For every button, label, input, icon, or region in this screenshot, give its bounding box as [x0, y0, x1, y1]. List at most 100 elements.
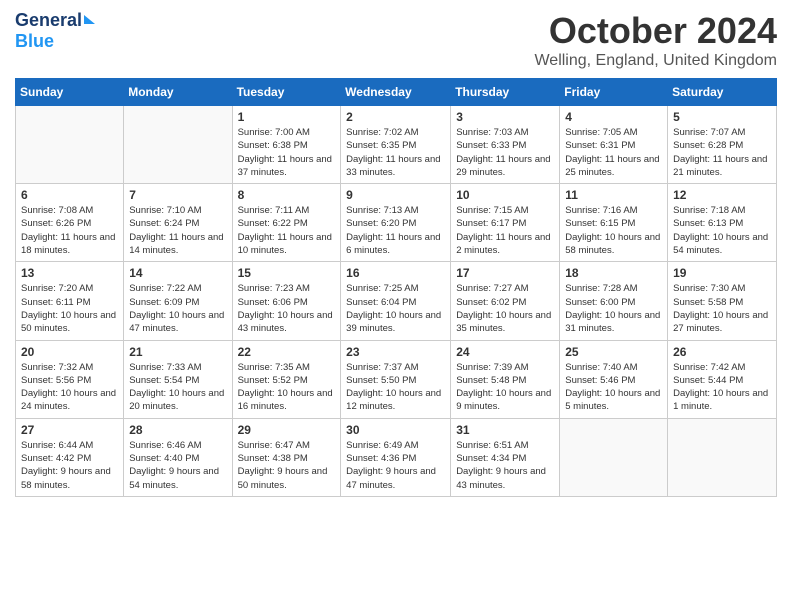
day-header-thursday: Thursday — [451, 79, 560, 106]
calendar-table: SundayMondayTuesdayWednesdayThursdayFrid… — [15, 78, 777, 497]
day-info: Sunrise: 7:13 AMSunset: 6:20 PMDaylight:… — [346, 204, 445, 257]
day-info: Sunrise: 7:37 AMSunset: 5:50 PMDaylight:… — [346, 361, 445, 414]
calendar-cell — [124, 106, 232, 184]
day-number: 2 — [346, 110, 445, 124]
day-number: 20 — [21, 345, 118, 359]
day-header-friday: Friday — [560, 79, 668, 106]
calendar-cell: 20Sunrise: 7:32 AMSunset: 5:56 PMDayligh… — [16, 340, 124, 418]
calendar-cell — [560, 418, 668, 496]
calendar-cell: 14 Sunrise: 7:22 AMSunset: 6:09 PMDayligh… — [124, 262, 232, 340]
day-info: Sunrise: 7:40 AMSunset: 5:46 PMDaylight:… — [565, 361, 662, 414]
day-info: Sunrise: 7:18 AMSunset: 6:13 PMDaylight:… — [673, 204, 771, 257]
calendar-cell: 29 Sunrise: 6:47 AMSunset: 4:38 PMDayligh… — [232, 418, 341, 496]
day-info: Sunrise: 7:22 AMSunset: 6:09 PMDaylight:… — [129, 282, 226, 335]
day-number: 21 — [129, 345, 226, 359]
day-number: 24 — [456, 345, 554, 359]
day-info: Sunrise: 7:10 AMSunset: 6:24 PMDaylight:… — [129, 204, 226, 257]
day-info: Sunrise: 7:11 AMSunset: 6:22 PMDaylight:… — [238, 204, 336, 257]
day-number: 29 — [238, 423, 336, 437]
calendar-cell: 23Sunrise: 7:37 AMSunset: 5:50 PMDayligh… — [341, 340, 451, 418]
calendar-cell: 13Sunrise: 7:20 AMSunset: 6:11 PMDayligh… — [16, 262, 124, 340]
day-number: 16 — [346, 266, 445, 280]
calendar-week-row: 6Sunrise: 7:08 AMSunset: 6:26 PMDaylight… — [16, 184, 777, 262]
day-number: 26 — [673, 345, 771, 359]
calendar-cell — [668, 418, 777, 496]
day-number: 12 — [673, 188, 771, 202]
logo: General Blue — [15, 10, 95, 52]
day-info: Sunrise: 7:27 AMSunset: 6:02 PMDaylight:… — [456, 282, 554, 335]
day-info: Sunrise: 7:42 AMSunset: 5:44 PMDaylight:… — [673, 361, 771, 414]
day-number: 17 — [456, 266, 554, 280]
logo-general: General — [15, 10, 82, 31]
day-info: Sunrise: 7:23 AMSunset: 6:06 PMDaylight:… — [238, 282, 336, 335]
day-number: 7 — [129, 188, 226, 202]
logo-blue: Blue — [15, 31, 54, 52]
day-info: Sunrise: 7:20 AMSunset: 6:11 PMDaylight:… — [21, 282, 118, 335]
calendar-cell: 21 Sunrise: 7:33 AMSunset: 5:54 PMDayligh… — [124, 340, 232, 418]
calendar-cell: 6Sunrise: 7:08 AMSunset: 6:26 PMDaylight… — [16, 184, 124, 262]
day-number: 18 — [565, 266, 662, 280]
calendar-week-row: 27Sunrise: 6:44 AMSunset: 4:42 PMDayligh… — [16, 418, 777, 496]
day-number: 11 — [565, 188, 662, 202]
day-header-saturday: Saturday — [668, 79, 777, 106]
day-number: 9 — [346, 188, 445, 202]
day-number: 22 — [238, 345, 336, 359]
day-info: Sunrise: 7:25 AMSunset: 6:04 PMDaylight:… — [346, 282, 445, 335]
calendar-cell: 31 Sunrise: 6:51 AMSunset: 4:34 PMDayligh… — [451, 418, 560, 496]
calendar-header-row: SundayMondayTuesdayWednesdayThursdayFrid… — [16, 79, 777, 106]
calendar-cell: 30 Sunrise: 6:49 AMSunset: 4:36 PMDayligh… — [341, 418, 451, 496]
day-number: 14 — [129, 266, 226, 280]
page-header: General Blue October 2024 Welling, Engla… — [15, 10, 777, 70]
day-info: Sunrise: 7:05 AMSunset: 6:31 PMDaylight:… — [565, 126, 662, 179]
logo-arrow-icon — [84, 15, 95, 24]
day-number: 8 — [238, 188, 336, 202]
calendar-cell: 8 Sunrise: 7:11 AMSunset: 6:22 PMDaylight… — [232, 184, 341, 262]
calendar-cell: 19 Sunrise: 7:30 AMSunset: 5:58 PMDayligh… — [668, 262, 777, 340]
day-number: 28 — [129, 423, 226, 437]
day-info: Sunrise: 6:47 AMSunset: 4:38 PMDaylight:… — [238, 439, 336, 492]
day-info: Sunrise: 7:28 AMSunset: 6:00 PMDaylight:… — [565, 282, 662, 335]
day-info: Sunrise: 7:30 AMSunset: 5:58 PMDaylight:… — [673, 282, 771, 335]
calendar-cell: 10Sunrise: 7:15 AMSunset: 6:17 PMDayligh… — [451, 184, 560, 262]
day-header-sunday: Sunday — [16, 79, 124, 106]
day-number: 5 — [673, 110, 771, 124]
calendar-cell: 18 Sunrise: 7:28 AMSunset: 6:00 PMDayligh… — [560, 262, 668, 340]
calendar-cell: 4 Sunrise: 7:05 AMSunset: 6:31 PMDaylight… — [560, 106, 668, 184]
calendar-cell: 3 Sunrise: 7:03 AMSunset: 6:33 PMDaylight… — [451, 106, 560, 184]
day-number: 25 — [565, 345, 662, 359]
day-number: 19 — [673, 266, 771, 280]
day-info: Sunrise: 6:46 AMSunset: 4:40 PMDaylight:… — [129, 439, 226, 492]
calendar-cell: 25 Sunrise: 7:40 AMSunset: 5:46 PMDayligh… — [560, 340, 668, 418]
calendar-week-row: 20Sunrise: 7:32 AMSunset: 5:56 PMDayligh… — [16, 340, 777, 418]
calendar-cell: 5Sunrise: 7:07 AMSunset: 6:28 PMDaylight… — [668, 106, 777, 184]
day-number: 30 — [346, 423, 445, 437]
day-number: 4 — [565, 110, 662, 124]
calendar-cell: 22Sunrise: 7:35 AMSunset: 5:52 PMDayligh… — [232, 340, 341, 418]
day-header-tuesday: Tuesday — [232, 79, 341, 106]
day-number: 31 — [456, 423, 554, 437]
day-info: Sunrise: 7:33 AMSunset: 5:54 PMDaylight:… — [129, 361, 226, 414]
location-title: Welling, England, United Kingdom — [534, 52, 777, 70]
day-header-monday: Monday — [124, 79, 232, 106]
calendar-cell: 11Sunrise: 7:16 AMSunset: 6:15 PMDayligh… — [560, 184, 668, 262]
calendar-cell: 28 Sunrise: 6:46 AMSunset: 4:40 PMDayligh… — [124, 418, 232, 496]
day-info: Sunrise: 7:03 AMSunset: 6:33 PMDaylight:… — [456, 126, 554, 179]
day-number: 6 — [21, 188, 118, 202]
calendar-cell: 12 Sunrise: 7:18 AMSunset: 6:13 PMDayligh… — [668, 184, 777, 262]
calendar-cell: 24Sunrise: 7:39 AMSunset: 5:48 PMDayligh… — [451, 340, 560, 418]
day-info: Sunrise: 7:00 AMSunset: 6:38 PMDaylight:… — [238, 126, 336, 179]
day-number: 3 — [456, 110, 554, 124]
title-section: October 2024 Welling, England, United Ki… — [534, 10, 777, 70]
day-number: 10 — [456, 188, 554, 202]
day-info: Sunrise: 6:51 AMSunset: 4:34 PMDaylight:… — [456, 439, 554, 492]
calendar-cell — [16, 106, 124, 184]
day-info: Sunrise: 6:49 AMSunset: 4:36 PMDaylight:… — [346, 439, 445, 492]
day-number: 15 — [238, 266, 336, 280]
month-title: October 2024 — [534, 10, 777, 52]
calendar-cell: 16 Sunrise: 7:25 AMSunset: 6:04 PMDayligh… — [341, 262, 451, 340]
calendar-week-row: 1Sunrise: 7:00 AMSunset: 6:38 PMDaylight… — [16, 106, 777, 184]
calendar-cell: 27Sunrise: 6:44 AMSunset: 4:42 PMDayligh… — [16, 418, 124, 496]
calendar-cell: 26 Sunrise: 7:42 AMSunset: 5:44 PMDayligh… — [668, 340, 777, 418]
day-number: 27 — [21, 423, 118, 437]
calendar-cell: 17 Sunrise: 7:27 AMSunset: 6:02 PMDayligh… — [451, 262, 560, 340]
